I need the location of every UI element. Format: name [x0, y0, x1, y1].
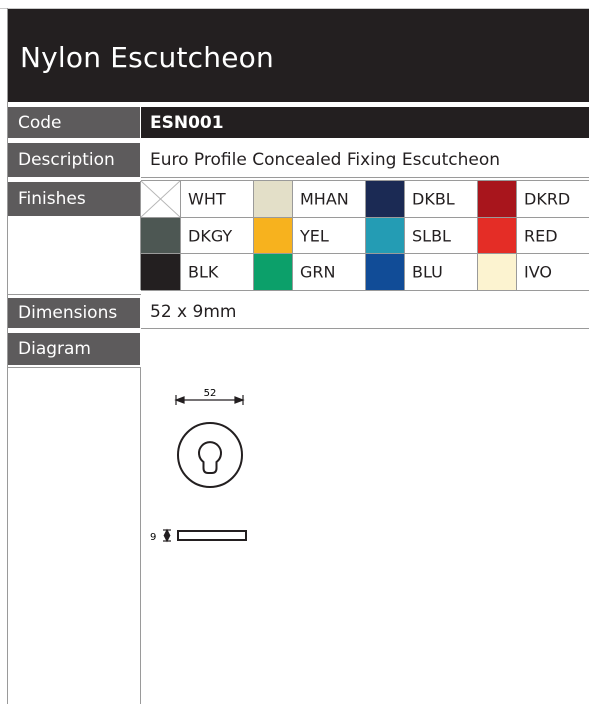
description-value: Euro Profile Concealed Fixing Escutcheon [141, 143, 589, 178]
finish-name-yel: YEL [300, 226, 329, 246]
finish-swatch-dkrd [477, 181, 516, 217]
depth-dimension-line [163, 528, 171, 543]
code-label: Code [8, 107, 140, 138]
swatch-divider-3 [404, 181, 405, 290]
finish-swatch-blk [141, 254, 180, 290]
diagram-label-divider [8, 367, 141, 368]
dimensions-label: Dimensions [8, 298, 140, 328]
dimensions-value: 52 x 9mm [141, 295, 589, 329]
finish-swatch-yel [253, 218, 292, 254]
diagram-label-text: Diagram [18, 339, 91, 359]
finish-name-wht: WHT [188, 189, 226, 209]
finishes-label-text: Finishes [18, 189, 86, 209]
finish-name-red: RED [524, 226, 558, 246]
finishes-row-divider-3 [141, 290, 589, 291]
finishes-col-divider-1 [140, 181, 141, 290]
dimensions-value-text: 52 x 9mm [150, 301, 237, 322]
finish-swatch-ivo [477, 254, 516, 290]
finish-name-mhan: MHAN [300, 189, 349, 209]
width-dimension-label: 52 [204, 388, 217, 399]
finishes-col-divider-2 [253, 181, 254, 290]
finish-name-slbl: SLBL [412, 226, 451, 246]
finish-name-grn: GRN [300, 262, 336, 282]
code-value-text: ESN001 [150, 112, 224, 133]
dimensions-label-text: Dimensions [18, 303, 118, 323]
finish-name-blk: BLK [188, 262, 219, 282]
description-label: Description [8, 143, 140, 177]
keyhole-icon [198, 441, 222, 474]
description-label-text: Description [18, 150, 115, 170]
diagram-label: Diagram [8, 333, 140, 365]
page-top-edge [0, 0, 589, 9]
finish-swatch-grn [253, 254, 292, 290]
finish-name-dkbl: DKBL [412, 189, 455, 209]
swatch-divider-2 [292, 181, 293, 290]
finish-name-dkgy: DKGY [188, 226, 233, 246]
finishes-col-divider-4 [477, 181, 478, 290]
finish-swatch-red [477, 218, 516, 254]
depth-dimension-label: 9 [150, 532, 156, 543]
finish-swatch-slbl [365, 218, 404, 254]
swatch-divider-1 [180, 181, 181, 290]
finishes-label: Finishes [8, 182, 140, 216]
finish-swatch-mhan [253, 181, 292, 217]
finish-name-ivo: IVO [524, 262, 552, 282]
product-header: Nylon Escutcheon [8, 9, 589, 102]
code-label-text: Code [18, 112, 62, 133]
escutcheon-side-view [177, 530, 247, 541]
finish-swatch-wht [141, 181, 180, 217]
swatch-divider-4 [516, 181, 517, 290]
finish-name-blu: BLU [412, 262, 443, 282]
escutcheon-diagram: 52 9 [150, 388, 247, 543]
escutcheon-front-view [177, 422, 243, 488]
finish-swatch-dkgy [141, 218, 180, 254]
finish-swatch-blu [365, 254, 404, 290]
finish-name-dkrd: DKRD [524, 189, 571, 209]
finishes-col-divider-3 [365, 181, 366, 290]
code-value: ESN001 [141, 107, 589, 138]
finishes-label-divider [8, 294, 141, 295]
page-title: Nylon Escutcheon [20, 41, 274, 74]
finish-swatch-dkbl [365, 181, 404, 217]
description-value-text: Euro Profile Concealed Fixing Escutcheon [150, 150, 501, 170]
